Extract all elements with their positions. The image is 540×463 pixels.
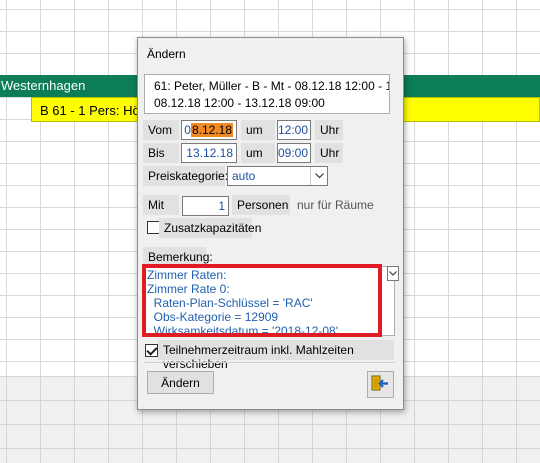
price-category-select[interactable]: auto [227, 166, 328, 186]
exit-button[interactable] [367, 371, 394, 398]
chevron-down-icon[interactable] [387, 266, 399, 281]
persons-note: nur für Räume [297, 198, 374, 212]
from-label: Vom [143, 120, 179, 140]
remark-textarea[interactable]: Zimmer Raten: Zimmer Rate 0: Raten-Plan-… [143, 266, 395, 338]
to-time-field[interactable]: 09:00 [277, 143, 311, 163]
price-category-value: auto [232, 169, 256, 183]
persons-unit-label: Personen [232, 195, 290, 215]
summary-line-1: 61: Peter, Müller - B - Mt - 08.12.18 12… [154, 79, 390, 93]
persons-field[interactable]: 1 [182, 196, 229, 216]
persons-prefix-label: Mit [143, 195, 179, 215]
from-date-field[interactable]: 08.12.18 [181, 120, 237, 140]
booking-summary: 61: Peter, Müller - B - Mt - 08.12.18 12… [144, 74, 390, 114]
to-date-field[interactable]: 13.12.18 [181, 143, 237, 163]
exit-door-icon [371, 375, 390, 395]
change-button[interactable]: Ändern [147, 371, 214, 394]
shift-participants-checkbox[interactable] [145, 344, 158, 357]
from-time-field[interactable]: 12:00 [277, 120, 311, 140]
from-date-selected: 8.12.18 [190, 123, 233, 137]
shift-participants-label: Teilnehmerzeitraum inkl. Mahlzeiten vers… [158, 340, 394, 371]
chevron-down-icon[interactable] [310, 167, 327, 185]
from-unit-label: Uhr [315, 120, 343, 140]
to-label: Bis [143, 143, 179, 163]
to-at-label: um [241, 143, 275, 163]
price-category-label: Preiskategorie: [143, 166, 228, 186]
extra-capacity-label: Zusatzkapazitäten [159, 218, 261, 238]
divider [145, 362, 395, 363]
remark-label: Bemerkung: [143, 247, 213, 267]
from-date-prefix: 0 [184, 123, 191, 137]
to-unit-label: Uhr [315, 143, 343, 163]
change-dialog: Ändern 61: Peter, Müller - B - Mt - 08.1… [137, 37, 404, 410]
summary-line-2: 08.12.18 12:00 - 13.12.18 09:00 [154, 96, 325, 110]
dialog-title: Ändern [147, 47, 186, 61]
from-at-label: um [241, 120, 275, 140]
